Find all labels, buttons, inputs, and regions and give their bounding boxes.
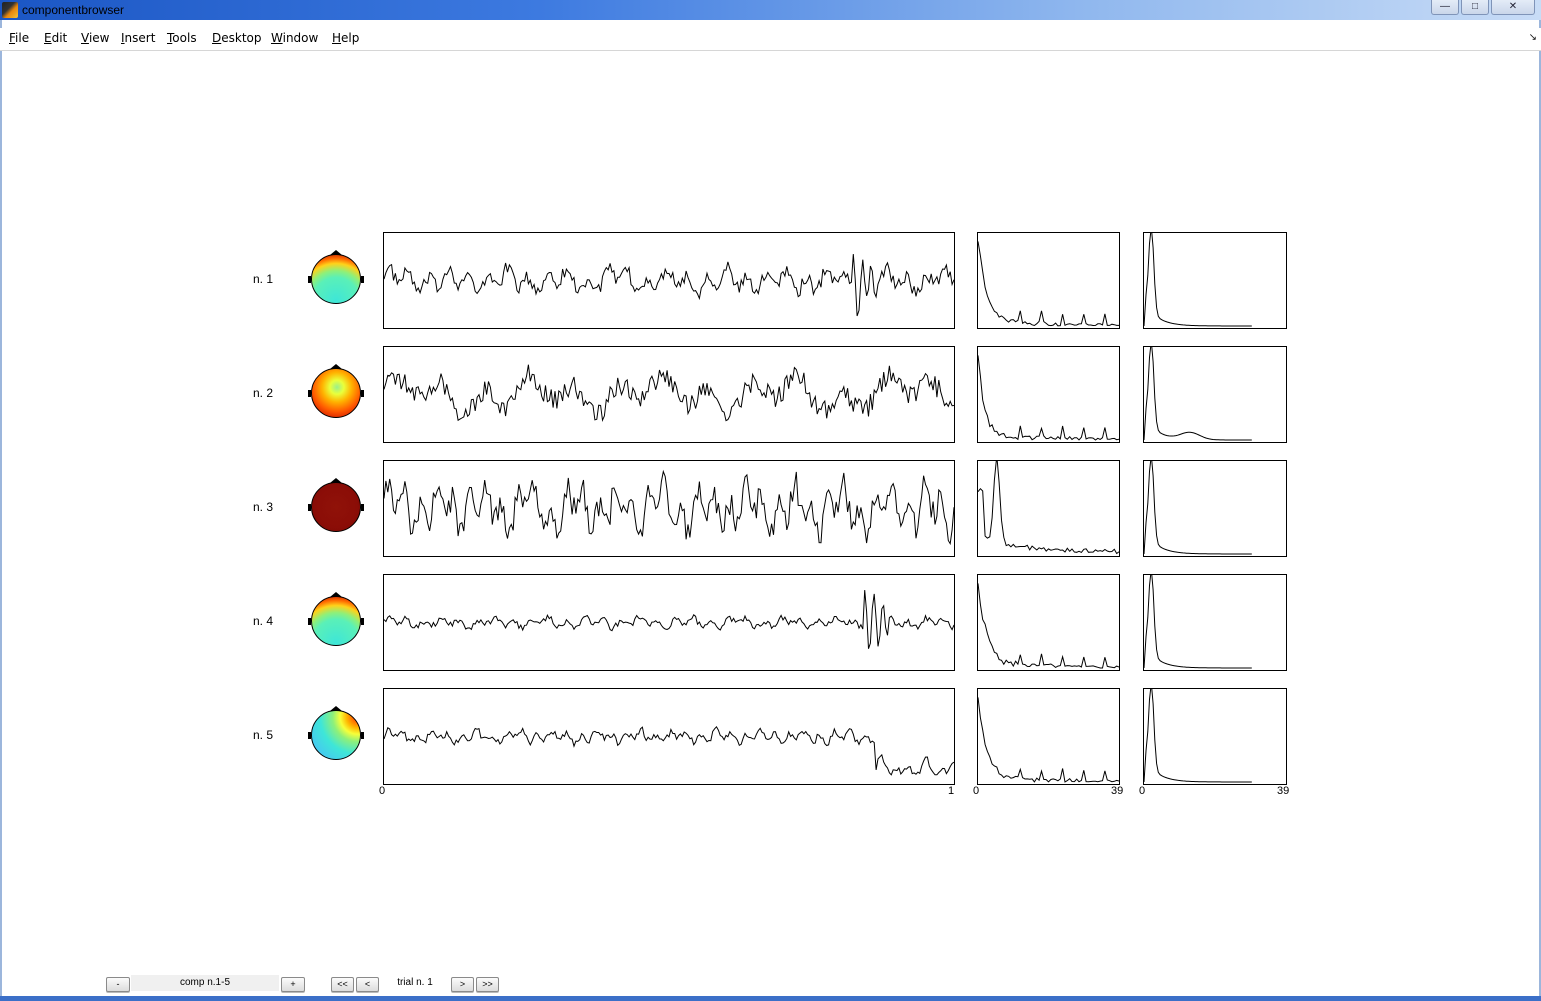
time-series-trace <box>384 364 954 423</box>
topography-map <box>311 482 361 532</box>
trial-next-button[interactable]: > <box>451 977 474 992</box>
freq2-axis-max-tick: 39 <box>1277 785 1290 797</box>
topography-head-1[interactable] <box>308 250 364 306</box>
topography-head-2[interactable] <box>308 364 364 420</box>
power-spectrum-axes-5[interactable] <box>977 688 1120 785</box>
maximize-button[interactable]: □ <box>1461 0 1489 15</box>
window-title: componentbrowser <box>22 3 125 17</box>
head-right-ear <box>361 732 364 739</box>
avg-spectrum-axes-3[interactable] <box>1143 460 1287 557</box>
trial-number-label: trial n. 1 <box>397 977 433 988</box>
comp-plus-button[interactable]: + <box>281 977 305 992</box>
matlab-app-icon <box>2 2 18 18</box>
comp-minus-button[interactable]: - <box>106 977 130 992</box>
time-series-axes-5[interactable] <box>383 688 955 785</box>
avg-spectrum-trace <box>1144 233 1252 327</box>
avg-spectrum-axes-5[interactable] <box>1143 688 1287 785</box>
avg-spectrum-axes-4[interactable] <box>1143 574 1287 671</box>
avg-spectrum-trace <box>1144 575 1252 669</box>
power-spectrum-axes-2[interactable] <box>977 346 1120 443</box>
head-right-ear <box>361 504 364 511</box>
trial-last-button[interactable]: >> <box>476 977 499 992</box>
topography-map <box>311 710 361 760</box>
menu-window[interactable]: Window <box>271 31 318 45</box>
avg-spectrum-trace <box>1144 689 1252 783</box>
topography-head-4[interactable] <box>308 592 364 648</box>
power-spectrum-trace <box>978 697 1119 783</box>
topography-map <box>311 254 361 304</box>
freq2-axis-min-tick: 0 <box>1139 785 1146 797</box>
time-series-trace <box>384 469 954 546</box>
trial-first-button[interactable]: << <box>331 977 354 992</box>
avg-spectrum-trace <box>1144 461 1252 555</box>
window-border-left <box>0 20 2 996</box>
freq1-axis-max-tick: 39 <box>1111 785 1124 797</box>
close-button[interactable]: ✕ <box>1491 0 1535 15</box>
menu-insert[interactable]: Insert <box>121 31 155 45</box>
comp-range-label: comp n.1-5 <box>179 977 231 988</box>
time-series-axes-2[interactable] <box>383 346 955 443</box>
power-spectrum-trace <box>978 241 1119 327</box>
freq1-axis-min-tick: 0 <box>973 785 980 797</box>
component-label-4: n. 4 <box>253 614 274 628</box>
power-spectrum-trace <box>978 461 1119 555</box>
window-border-bottom <box>0 996 1541 1001</box>
head-right-ear <box>361 390 364 397</box>
topography-head-3[interactable] <box>308 478 364 534</box>
component-label-3: n. 3 <box>253 500 274 514</box>
power-spectrum-axes-1[interactable] <box>977 232 1120 329</box>
component-label-2: n. 2 <box>253 386 274 400</box>
avg-spectrum-axes-2[interactable] <box>1143 346 1287 443</box>
window-title-bar[interactable]: componentbrowser — □ ✕ <box>0 0 1541 20</box>
menu-tools[interactable]: Tools <box>167 31 197 45</box>
topography-map <box>311 368 361 418</box>
time-axis-max-tick: 1 <box>948 785 955 797</box>
topography-map <box>311 596 361 646</box>
power-spectrum-axes-4[interactable] <box>977 574 1120 671</box>
menu-bar: File Edit View Insert Tools Desktop Wind… <box>0 28 1541 51</box>
time-series-axes-4[interactable] <box>383 574 955 671</box>
power-spectrum-trace <box>978 355 1119 441</box>
power-spectrum-trace <box>978 583 1119 669</box>
time-axis-min-tick: 0 <box>379 785 386 797</box>
menu-desktop[interactable]: Desktop <box>212 31 262 45</box>
time-series-axes-3[interactable] <box>383 460 955 557</box>
menu-file[interactable]: File <box>9 31 29 45</box>
head-right-ear <box>361 276 364 283</box>
component-label-5: n. 5 <box>253 728 274 742</box>
trial-prev-button[interactable]: < <box>356 977 379 992</box>
power-spectrum-axes-3[interactable] <box>977 460 1120 557</box>
minimize-button[interactable]: — <box>1431 0 1459 15</box>
menu-edit[interactable]: Edit <box>44 31 67 45</box>
avg-spectrum-axes-1[interactable] <box>1143 232 1287 329</box>
avg-spectrum-trace <box>1144 347 1252 441</box>
time-series-trace <box>384 254 954 317</box>
menu-view[interactable]: View <box>81 31 109 45</box>
component-label-1: n. 1 <box>253 272 274 286</box>
time-series-trace <box>384 590 954 649</box>
head-right-ear <box>361 618 364 625</box>
topography-head-5[interactable] <box>308 706 364 762</box>
menu-help[interactable]: Help <box>332 31 359 45</box>
time-series-trace <box>384 725 954 776</box>
time-series-axes-1[interactable] <box>383 232 955 329</box>
dock-arrow-icon[interactable]: ↘ <box>1529 32 1537 43</box>
